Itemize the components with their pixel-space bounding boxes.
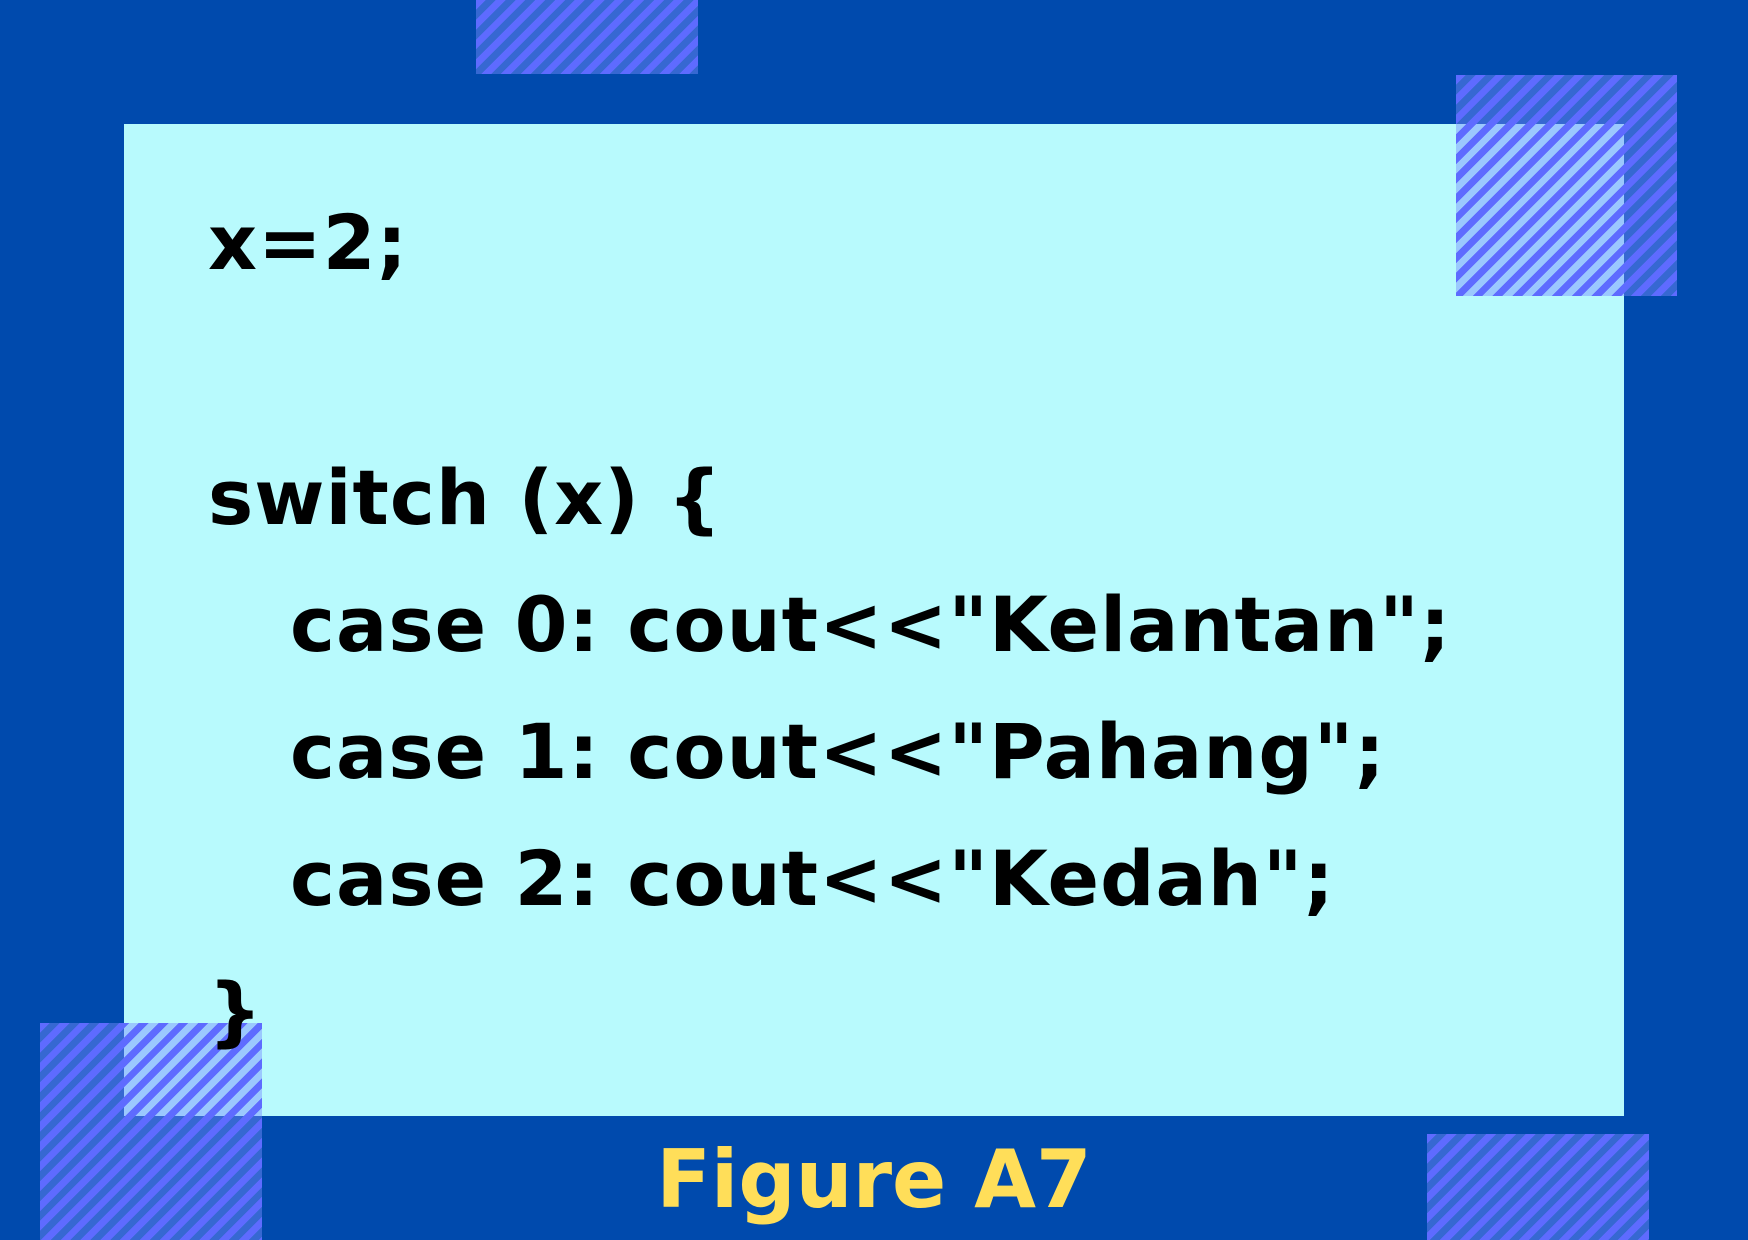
code-line-switch: switch (x) { bbox=[208, 453, 723, 542]
code-line-case-1: case 1: cout<<"Pahang"; bbox=[290, 707, 1386, 796]
decorative-hatch-top bbox=[476, 0, 698, 74]
code-line-assignment: x=2; bbox=[208, 198, 408, 287]
decorative-hatch-top-right bbox=[1456, 75, 1677, 296]
code-line-case-2: case 2: cout<<"Kedah"; bbox=[290, 834, 1335, 923]
figure-caption: Figure A7 bbox=[656, 1133, 1092, 1226]
code-line-closing-brace: } bbox=[208, 966, 264, 1055]
code-line-case-0: case 0: cout<<"Kelantan"; bbox=[290, 580, 1452, 669]
